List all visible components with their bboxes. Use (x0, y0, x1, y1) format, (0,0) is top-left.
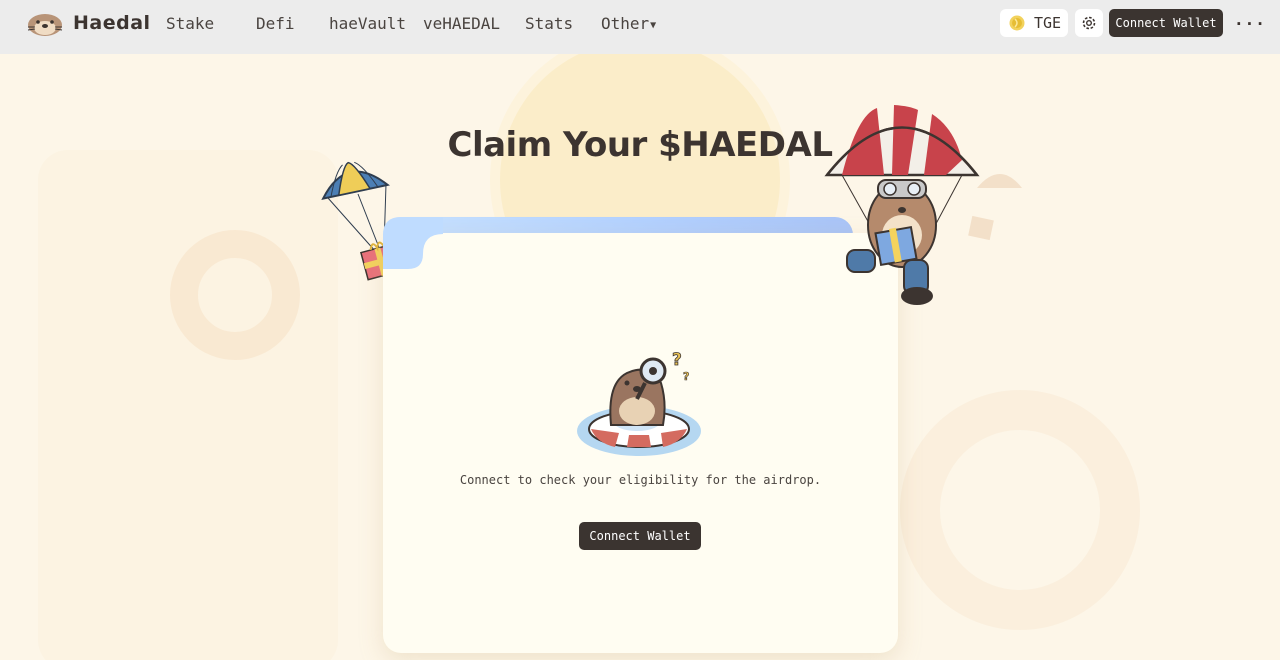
brand-name: Haedal (73, 12, 151, 34)
svg-text:?: ? (683, 370, 689, 383)
coin-icon (1009, 15, 1025, 31)
nav-item-other[interactable]: Other▼ (601, 14, 656, 33)
caret-down-icon: ▼ (650, 20, 657, 31)
page-title: Claim Your $HAEDAL (447, 125, 834, 165)
parachute-otter-right-illustration (824, 105, 1022, 305)
brand-logo[interactable]: Haedal (26, 9, 151, 37)
background-ring-left (170, 230, 300, 360)
settings-button[interactable] (1075, 9, 1103, 37)
tge-button[interactable]: TGE (1000, 9, 1068, 37)
nav-item-defi[interactable]: Defi (256, 14, 295, 33)
card-tab-notch (383, 217, 443, 269)
gear-icon (1082, 16, 1096, 30)
background-panel (38, 150, 338, 660)
otter-float-illustration: ? ? (577, 350, 701, 456)
background-ring-right (900, 390, 1140, 630)
more-dots-icon[interactable]: ··· (1234, 14, 1266, 33)
connect-wallet-header-button[interactable]: Connect Wallet (1109, 9, 1223, 37)
nav-item-stake[interactable]: Stake (166, 14, 214, 33)
svg-text:?: ? (672, 350, 682, 370)
nav-item-vehaedal[interactable]: veHAEDAL (423, 14, 500, 33)
nav-item-stats[interactable]: Stats (525, 14, 573, 33)
otter-logo-icon (27, 14, 63, 36)
nav-item-other-label: Other (601, 14, 650, 33)
top-navigation-bar: Haedal Stake Defi haeVault veHAEDAL Stat… (0, 0, 1280, 54)
eligibility-message: Connect to check your eligibility for th… (459, 473, 822, 487)
nav-item-haevault[interactable]: haeVault (329, 14, 406, 33)
connect-wallet-button[interactable]: Connect Wallet (579, 522, 701, 550)
tge-label: TGE (1034, 14, 1062, 32)
